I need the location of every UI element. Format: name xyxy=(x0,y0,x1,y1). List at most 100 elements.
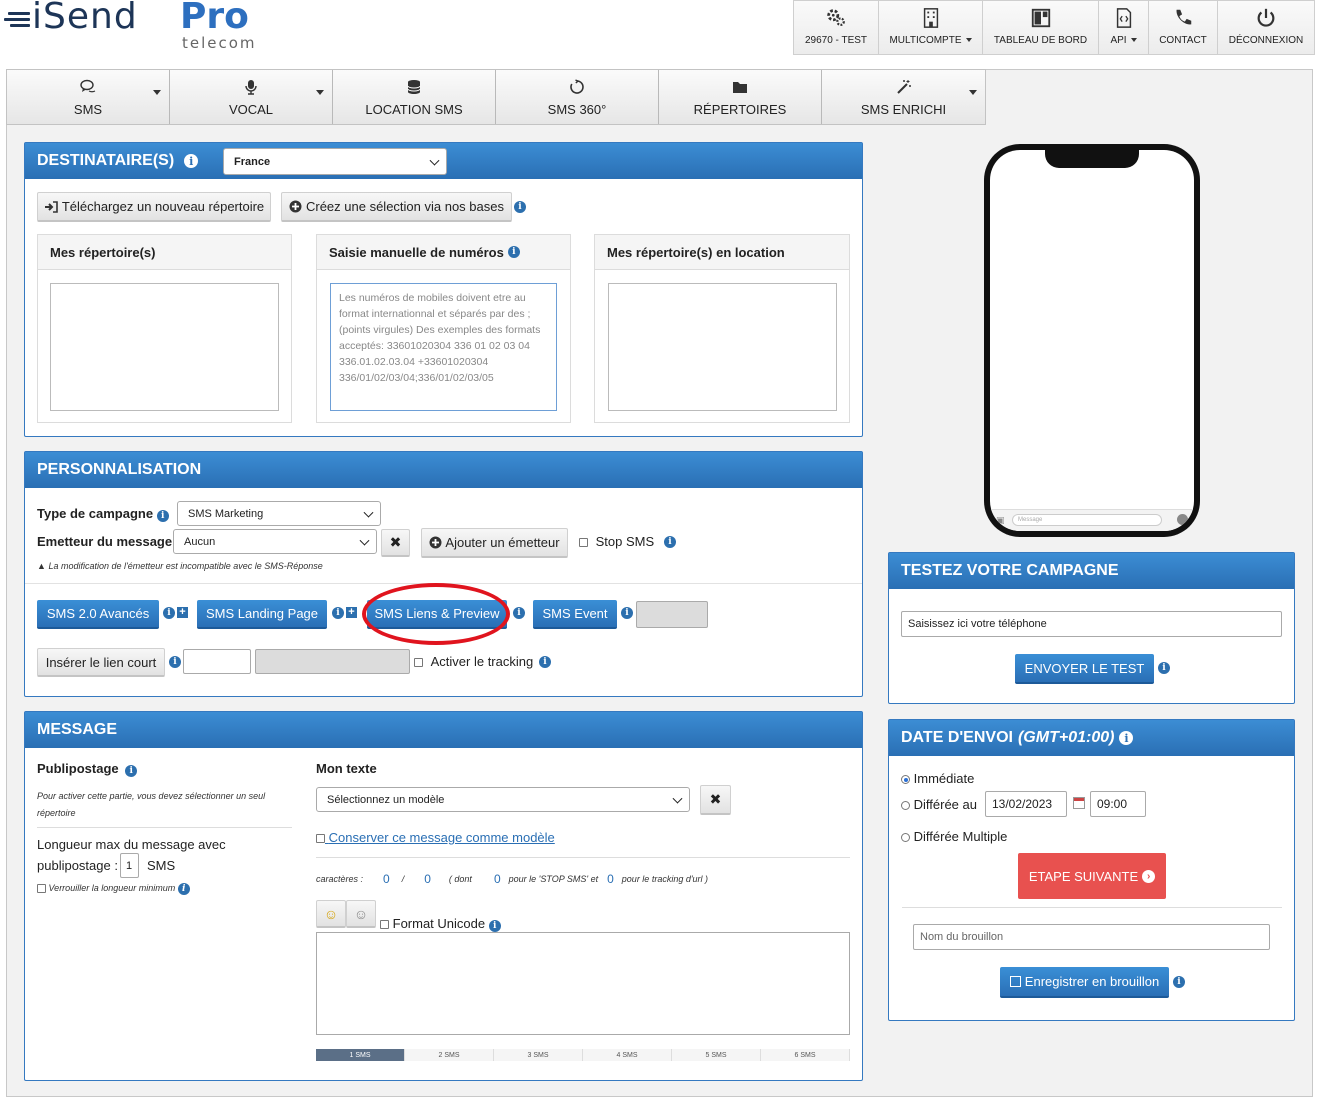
sms-event-button[interactable]: SMS Event xyxy=(533,600,617,629)
sender-select[interactable]: Aucun xyxy=(173,529,377,554)
info-icon[interactable]: i xyxy=(156,510,169,522)
topbar-tableau-de-bord-button[interactable]: TABLEAU DE BORD xyxy=(983,1,1099,54)
nav-sms[interactable]: SMS xyxy=(7,70,170,124)
add-sender-button[interactable]: Ajouter un émetteur xyxy=(421,528,568,558)
info-icon[interactable]: i xyxy=(163,607,175,619)
info-icon[interactable]: i xyxy=(177,883,190,895)
calendar-icon[interactable] xyxy=(1073,797,1085,809)
rented-directories-list[interactable] xyxy=(608,283,837,411)
upload-directory-button[interactable]: Téléchargez un nouveau répertoire xyxy=(37,192,271,222)
deferred-radio[interactable] xyxy=(901,801,910,811)
topbar-multicompte-button[interactable]: MULTICOMPTE xyxy=(879,1,983,54)
campaign-type-select[interactable]: SMS Marketing xyxy=(177,501,381,526)
chars-total: 0 xyxy=(424,872,431,886)
my-directories-list[interactable] xyxy=(50,283,279,411)
nav-vocal[interactable]: VOCAL xyxy=(170,70,333,124)
nav-location-sms[interactable]: LOCATION SMS xyxy=(333,70,496,124)
caret-down-icon[interactable] xyxy=(969,90,977,95)
smiley-button[interactable]: ☺ xyxy=(346,900,376,928)
short-link-input[interactable] xyxy=(183,649,251,674)
topbar-29670-test-button[interactable]: 29670 - TEST xyxy=(794,1,879,54)
info-icon[interactable]: i xyxy=(332,607,344,619)
lock-min-checkbox[interactable] xyxy=(37,884,46,894)
sms-landing-page-button[interactable]: SMS Landing Page xyxy=(197,600,327,629)
floppy-icon xyxy=(1009,976,1021,987)
nav-sms-360[interactable]: SMS 360° xyxy=(496,70,659,124)
brand-logo[interactable]: iSend Pro telecom xyxy=(4,0,274,54)
unicode-checkbox[interactable] xyxy=(380,920,389,930)
info-icon[interactable]: i xyxy=(513,607,525,619)
deferred-date-input[interactable]: 13/02/2023 xyxy=(985,791,1067,817)
save-draft-button[interactable]: Enregistrer en brouillon xyxy=(1000,967,1169,998)
info-icon[interactable]: i xyxy=(514,201,526,213)
lock-min-option[interactable]: Verrouiller la longueur minimum i xyxy=(37,883,190,895)
sender-label: Emetteur du message xyxy=(37,534,173,549)
brand-sub: telecom xyxy=(182,34,257,52)
draft-name-placeholder: Nom du brouillon xyxy=(920,931,1004,943)
immediate-radio[interactable] xyxy=(901,775,910,785)
sender-warning: ▲ La modification de l'émetteur est inco… xyxy=(37,561,323,571)
sms-segment-bar: 1 SMS 2 SMS 3 SMS 4 SMS 5 SMS 6 SMS xyxy=(316,1049,850,1061)
manual-numbers-textarea[interactable]: Les numéros de mobiles doivent etre au f… xyxy=(330,283,557,411)
stop-sms-checkbox[interactable] xyxy=(579,538,588,548)
logo-bars-icon xyxy=(4,12,30,30)
info-icon[interactable]: i xyxy=(1173,976,1185,988)
save-as-template-checkbox[interactable] xyxy=(316,834,325,844)
info-icon[interactable]: i xyxy=(125,765,138,777)
save-as-template-option[interactable]: Conserver ce message comme modèle xyxy=(316,830,555,845)
template-select[interactable]: Sélectionnez un modèle xyxy=(316,787,690,812)
tracking-option[interactable]: Activer le tracking xyxy=(414,654,533,669)
info-icon[interactable]: i xyxy=(621,607,633,619)
test-phone-input[interactable]: Saisissez ici votre téléphone xyxy=(901,611,1282,637)
plus-square-icon[interactable]: + xyxy=(346,607,357,618)
deferred-option[interactable]: Différée au xyxy=(901,797,977,812)
mail-merge-note: Pour activer cette partie, vous devez sé… xyxy=(37,791,266,818)
send-test-button[interactable]: ENVOYER LE TEST xyxy=(1015,654,1154,684)
draft-name-input[interactable]: Nom du brouillon xyxy=(913,924,1270,950)
info-icon[interactable]: i xyxy=(169,656,181,668)
stop-sms-option[interactable]: Stop SMS xyxy=(579,534,654,549)
topbar-api-button[interactable]: API xyxy=(1099,1,1149,54)
message-textarea[interactable] xyxy=(316,932,850,1035)
country-select[interactable]: France xyxy=(223,148,447,175)
info-icon[interactable]: i xyxy=(664,536,676,548)
next-step-label: ETAPE SUIVANTE xyxy=(1028,868,1139,884)
chars-count: 0 xyxy=(383,872,390,886)
warning-icon: ▲ xyxy=(37,561,46,571)
immediate-option[interactable]: Immédiate xyxy=(901,771,974,786)
plus-square-icon[interactable]: + xyxy=(177,607,188,618)
insert-short-link-button[interactable]: Insérer le lien court xyxy=(37,648,165,677)
sms-event-label: SMS Event xyxy=(542,606,608,621)
event-input[interactable] xyxy=(636,601,708,628)
sms-advanced-button[interactable]: SMS 2.0 Avancés xyxy=(37,600,159,629)
nav-r-pertoires[interactable]: RÉPERTOIRES xyxy=(659,70,822,124)
info-icon[interactable]: i xyxy=(507,246,520,258)
topbar-contact-button[interactable]: CONTACT xyxy=(1149,1,1218,54)
deferred-time-input[interactable]: 09:00 xyxy=(1090,791,1146,817)
info-icon[interactable]: i xyxy=(184,154,199,168)
info-icon[interactable]: i xyxy=(488,920,501,932)
info-icon[interactable]: i xyxy=(1158,662,1170,674)
caret-down-icon[interactable] xyxy=(316,90,324,95)
camera-icon: ▣ xyxy=(996,515,1005,525)
clear-sender-button[interactable]: ✖ xyxy=(381,529,410,557)
info-icon[interactable]: i xyxy=(1119,731,1134,745)
upload-directory-label: Téléchargez un nouveau répertoire xyxy=(61,199,265,214)
multiple-deferred-radio[interactable] xyxy=(901,833,910,843)
topbar-d-connexion-button[interactable]: DÉCONNEXION xyxy=(1218,1,1314,54)
clear-template-button[interactable]: ✖ xyxy=(700,785,731,815)
caret-down-icon[interactable] xyxy=(153,90,161,95)
emoji-picker-button[interactable]: ☺ xyxy=(316,900,346,928)
max-length-input[interactable]: 1 xyxy=(120,853,139,878)
phone-message-field: Message xyxy=(1012,514,1162,526)
info-icon[interactable]: i xyxy=(539,656,551,668)
unicode-option[interactable]: Format Unicode i xyxy=(380,916,501,932)
tracking-checkbox[interactable] xyxy=(414,658,423,668)
tracking-text: pour le tracking d'url ) xyxy=(621,874,709,884)
next-step-button[interactable]: ETAPE SUIVANTE › xyxy=(1018,853,1166,899)
nav-sms-enrichi[interactable]: SMS ENRICHI xyxy=(822,70,985,124)
message-header: MESSAGE xyxy=(25,712,862,748)
create-selection-button[interactable]: Créez une sélection via nos bases xyxy=(281,192,512,222)
multiple-deferred-option[interactable]: Différée Multiple xyxy=(901,829,1007,844)
test-phone-placeholder: Saisissez ici votre téléphone xyxy=(908,618,1047,630)
